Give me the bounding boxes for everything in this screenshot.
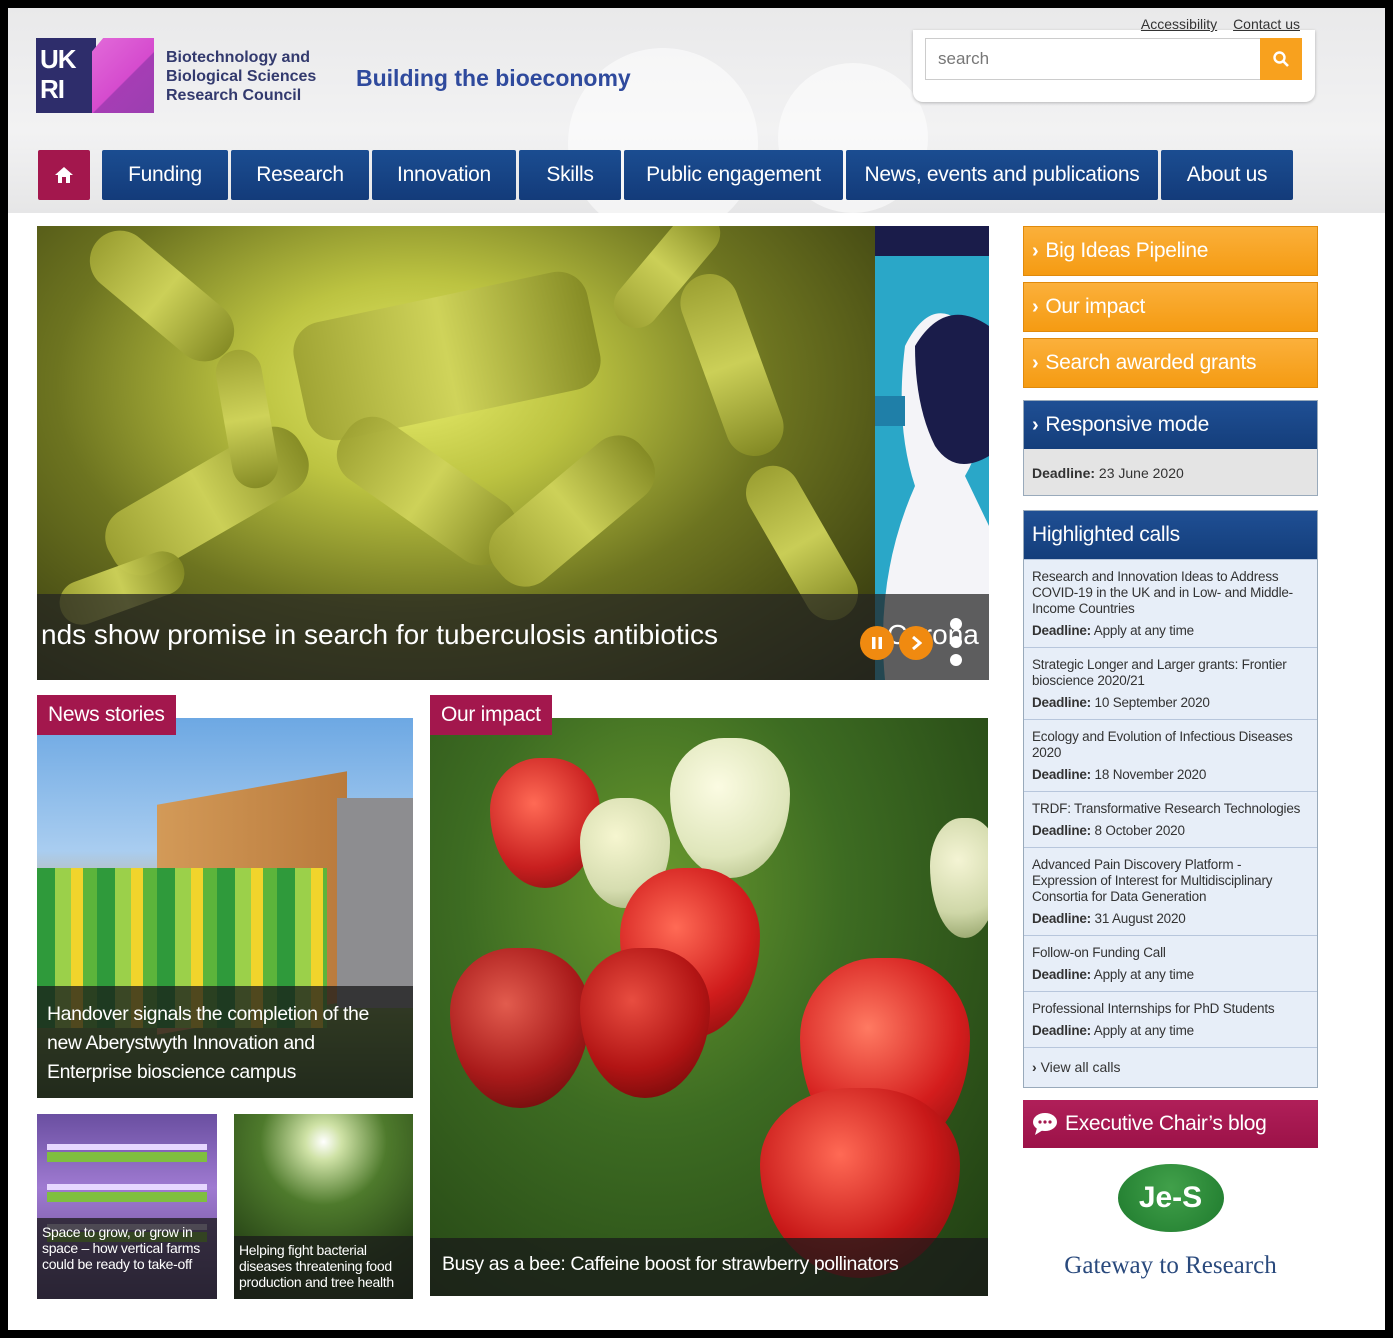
carousel-dot[interactable]	[950, 654, 962, 666]
chevron-right-icon: ›	[1032, 239, 1039, 262]
call-item[interactable]: Advanced Pain Discovery Platform - Expre…	[1024, 847, 1317, 935]
sidebar: › Big Ideas Pipeline › Our impact › Search …	[1023, 226, 1318, 1280]
utility-links: Accessibility Contact us	[1129, 16, 1300, 32]
hero-caption[interactable]: nds show promise in search for tuberculo…	[41, 619, 718, 651]
responsive-deadline: Deadline: 23 June 2020	[1024, 449, 1317, 495]
accessibility-link[interactable]: Accessibility	[1141, 16, 1217, 32]
contact-us-link[interactable]: Contact us	[1233, 16, 1300, 32]
call-item[interactable]: Professional Internships for PhD Student…	[1024, 991, 1317, 1047]
carousel-pause-button[interactable]	[860, 626, 894, 660]
call-item[interactable]: Research and Innovation Ideas to Address…	[1024, 559, 1317, 647]
big-ideas-pipeline-button[interactable]: › Big Ideas Pipeline	[1023, 226, 1318, 276]
responsive-mode-panel: › Responsive mode Deadline: 23 June 2020	[1023, 400, 1318, 496]
call-item[interactable]: Strategic Longer and Larger grants: Fron…	[1024, 647, 1317, 719]
responsive-mode-link[interactable]: › Responsive mode	[1024, 401, 1317, 449]
main-nav: Funding Research Innovation Skills Publi…	[38, 150, 1296, 200]
chevron-right-icon: ›	[1032, 413, 1039, 436]
nav-news-events-publications[interactable]: News, events and publications	[846, 150, 1158, 200]
org-name-line: Research Council	[166, 87, 302, 104]
highlighted-calls-title: Highlighted calls	[1024, 511, 1317, 559]
call-item[interactable]: Follow-on Funding Call Deadline: Apply at…	[1024, 935, 1317, 991]
nav-about-us[interactable]: About us	[1161, 150, 1293, 200]
nav-public-engagement[interactable]: Public engagement	[624, 150, 843, 200]
site-tagline: Building the bioeconomy	[356, 65, 631, 91]
org-name: Biotechnology and Biological Sciences Re…	[166, 48, 326, 105]
search-button[interactable]	[1260, 38, 1302, 80]
org-name-line: Biotechnology and	[166, 49, 310, 66]
search-awarded-grants-button[interactable]: › Search awarded grants	[1023, 338, 1318, 388]
carousel-dot[interactable]	[950, 636, 962, 648]
news-small-caption[interactable]: Space to grow, or grow in space – how ve…	[37, 1218, 217, 1299]
impact-story[interactable]: Busy as a bee: Caffeine boost for strawb…	[430, 718, 988, 1296]
search-icon	[1273, 51, 1289, 67]
news-small-story[interactable]: Space to grow, or grow in space – how ve…	[37, 1114, 217, 1299]
search-panel	[913, 30, 1315, 102]
page-frame: UK RI Biotechnology and Biological Scien…	[0, 0, 1393, 1338]
news-small-story[interactable]: Helping fight bacterial diseases threate…	[234, 1114, 413, 1299]
impact-caption[interactable]: Busy as a bee: Caffeine boost for strawb…	[430, 1238, 988, 1296]
carousel-dot[interactable]	[950, 618, 962, 630]
ukri-logo-accent	[92, 38, 154, 113]
search-input[interactable]	[925, 38, 1261, 80]
speech-bubble-icon	[1033, 1113, 1057, 1135]
gateway-to-research-link[interactable]: Gateway to Research	[1023, 1252, 1318, 1280]
news-small-caption[interactable]: Helping fight bacterial diseases threate…	[234, 1236, 413, 1299]
chevron-right-icon: ›	[1032, 351, 1039, 374]
news-main-caption[interactable]: Handover signals the completion of the n…	[37, 986, 413, 1098]
chevron-right-icon: ›	[1032, 295, 1039, 318]
our-impact-button[interactable]: › Our impact	[1023, 282, 1318, 332]
home-icon	[55, 167, 73, 183]
carousel-next-button[interactable]	[899, 626, 933, 660]
nav-skills[interactable]: Skills	[519, 150, 621, 200]
hero-carousel[interactable]: nds show promise in search for tuberculo…	[37, 226, 989, 680]
view-all-calls-link[interactable]: › View all calls	[1024, 1047, 1317, 1087]
ukri-logo-mark: UK RI	[36, 38, 96, 113]
ukri-bbsrc-logo[interactable]: UK RI Biotechnology and Biological Scien…	[36, 38, 316, 113]
je-s-logo-link[interactable]: Je-S	[1117, 1164, 1224, 1232]
executive-chair-blog-button[interactable]: Executive Chair’s blog	[1023, 1100, 1318, 1148]
news-stories-tag[interactable]: News stories	[37, 695, 176, 735]
nav-home-button[interactable]	[38, 150, 90, 200]
nav-innovation[interactable]: Innovation	[372, 150, 516, 200]
nav-funding[interactable]: Funding	[102, 150, 228, 200]
highlighted-calls-panel: Highlighted calls Research and Innovatio…	[1023, 510, 1318, 1088]
site-header: UK RI Biotechnology and Biological Scien…	[8, 8, 1385, 238]
news-main-story[interactable]: Handover signals the completion of the n…	[37, 718, 413, 1098]
pause-icon	[872, 637, 882, 649]
nav-research[interactable]: Research	[231, 150, 369, 200]
call-item[interactable]: Ecology and Evolution of Infectious Dise…	[1024, 719, 1317, 791]
chevron-right-icon	[912, 636, 922, 650]
call-item[interactable]: TRDF: Transformative Research Technologi…	[1024, 791, 1317, 847]
chevron-right-icon: ›	[1032, 1059, 1037, 1075]
org-name-line: Biological Sciences	[166, 68, 317, 85]
our-impact-tag[interactable]: Our impact	[430, 695, 552, 735]
